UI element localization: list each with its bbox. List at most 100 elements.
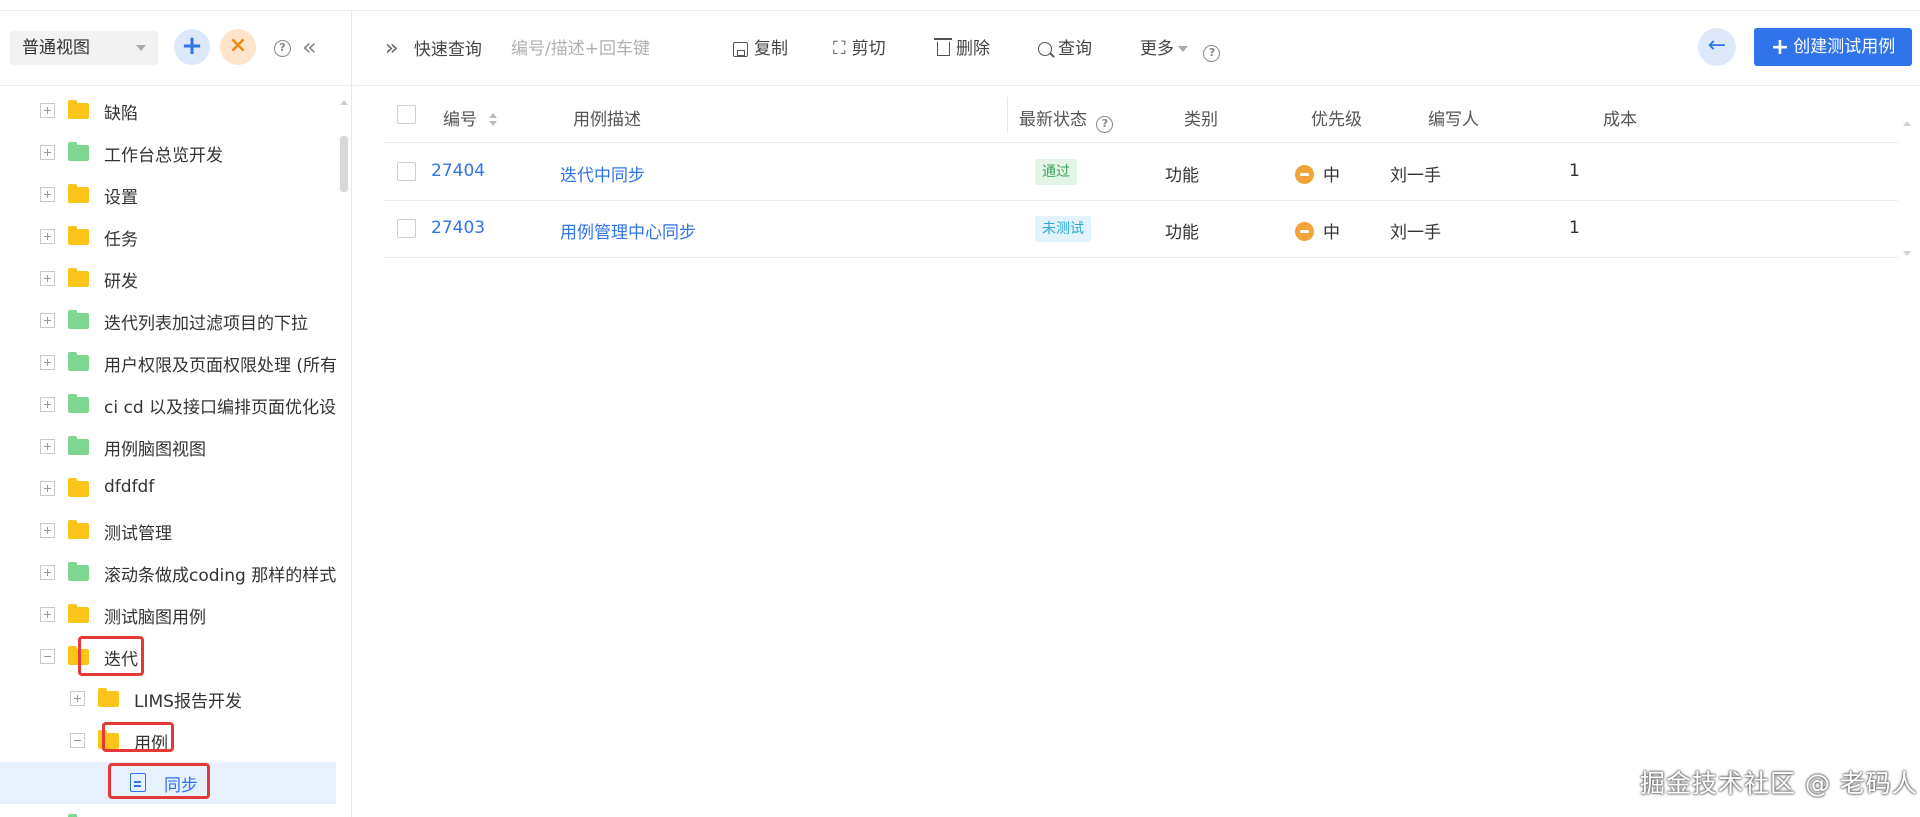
tree-item-label: LIMS报告开发 xyxy=(134,692,242,712)
category-cell: 功能 xyxy=(1165,223,1199,243)
expand-icon[interactable] xyxy=(40,355,55,370)
tree-item-label: 设置 xyxy=(104,188,138,208)
expand-icon[interactable] xyxy=(40,187,55,202)
expand-icon[interactable] xyxy=(40,481,55,496)
priority-label: 中 xyxy=(1323,223,1340,243)
tree-item[interactable]: dfdfdf xyxy=(0,468,336,510)
expand-icon[interactable] xyxy=(40,607,55,622)
double-chevron-right-icon: » xyxy=(385,36,399,61)
column-resize-handle[interactable] xyxy=(1007,97,1008,133)
priority-medium-icon xyxy=(1295,222,1314,241)
select-all-checkbox[interactable] xyxy=(397,105,416,124)
status-badge: 通过 xyxy=(1035,159,1077,185)
main-panel: » 快速查询 复制 ⛶剪切 删除 查询 更多 ? ← +创建测试用例 xyxy=(353,11,1920,817)
create-test-case-button[interactable]: + 创建测试用例 xyxy=(1754,28,1912,66)
case-desc-link[interactable]: 迭代中同步 xyxy=(560,161,645,186)
row-checkbox[interactable] xyxy=(397,162,416,181)
scroll-down-icon[interactable] xyxy=(1903,251,1911,256)
search-input[interactable] xyxy=(511,35,711,63)
collapse-icon[interactable] xyxy=(70,733,85,748)
priority-label: 中 xyxy=(1323,166,1340,186)
back-button[interactable]: ← xyxy=(1698,28,1736,66)
more-dropdown[interactable]: 更多 ? xyxy=(1140,36,1221,62)
sidebar-scrollbar[interactable] xyxy=(340,86,348,817)
tree-item[interactable]: 用例脑图视图 xyxy=(0,426,336,468)
add-folder-button[interactable]: + xyxy=(174,29,210,65)
expand-icon[interactable] xyxy=(70,691,85,706)
folder-icon xyxy=(68,562,89,581)
help-icon[interactable]: ? xyxy=(274,40,291,57)
table-row[interactable]: 27403 用例管理中心同步 未测试 功能 中 刘一手 1 xyxy=(383,201,1898,258)
case-id-link[interactable]: 27403 xyxy=(431,218,485,238)
case-desc-link[interactable]: 用例管理中心同步 xyxy=(560,218,696,243)
tree-item[interactable]: 迭代列表加过滤项目的下拉 xyxy=(0,300,336,342)
table-row[interactable]: 27404 迭代中同步 通过 功能 中 刘一手 1 xyxy=(383,144,1898,201)
column-header-category: 类别 xyxy=(1184,110,1218,130)
folder-icon xyxy=(68,226,89,245)
copy-label: 复制 xyxy=(754,39,788,59)
plus-icon: + xyxy=(1770,35,1790,60)
expand-icon[interactable] xyxy=(40,397,55,412)
expand-icon[interactable] xyxy=(40,523,55,538)
column-header-desc: 用例描述 xyxy=(573,110,641,130)
collapse-sidebar-icon[interactable]: « xyxy=(302,33,317,61)
sort-icon[interactable] xyxy=(489,113,497,127)
plus-icon: + xyxy=(181,31,203,61)
clear-selection-button[interactable]: × xyxy=(220,29,256,65)
create-label: 创建测试用例 xyxy=(1793,37,1896,57)
scroll-up-icon[interactable] xyxy=(340,100,348,105)
watermark: 掘金技术社区 @ 老码人 xyxy=(1640,769,1918,798)
tree-item[interactable]: 测试管理 xyxy=(0,510,336,552)
view-mode-select[interactable]: 普通视图 xyxy=(10,31,158,65)
tree-item[interactable]: 滚动条做成coding 那样的样式 xyxy=(0,552,336,594)
folder-icon xyxy=(68,520,89,539)
priority-medium-icon xyxy=(1295,165,1314,184)
tree-item[interactable]: 研发 xyxy=(0,258,336,300)
category-cell: 功能 xyxy=(1165,166,1199,186)
folder-icon xyxy=(68,268,89,287)
tree-item-label: 研发 xyxy=(104,272,138,292)
expand-icon[interactable] xyxy=(40,145,55,160)
query-button[interactable]: 查询 xyxy=(1038,36,1092,62)
row-checkbox[interactable] xyxy=(397,219,416,238)
help-icon[interactable]: ? xyxy=(1096,116,1114,133)
folder-icon xyxy=(68,310,89,329)
tree-item[interactable]: 任务 xyxy=(0,216,336,258)
cost-cell: 1 xyxy=(1569,218,1580,238)
folder-icon xyxy=(68,100,89,119)
scroll-up-icon[interactable] xyxy=(1903,121,1911,126)
tree-item[interactable]: 测试脑图用例 xyxy=(0,594,336,636)
tree-item-label: 用例脑图视图 xyxy=(104,440,206,460)
case-toolbar: » 快速查询 复制 ⛶剪切 删除 查询 更多 ? ← +创建测试用例 xyxy=(353,11,1920,86)
expand-icon[interactable] xyxy=(40,439,55,454)
expand-icon[interactable] xyxy=(40,103,55,118)
scrollbar-thumb[interactable] xyxy=(340,136,348,192)
tree-item[interactable]: 用户权限及页面权限处理 (所有 xyxy=(0,342,336,384)
tree-item-label: 任务 xyxy=(104,230,138,250)
folder-icon xyxy=(68,142,89,161)
collapse-icon[interactable] xyxy=(40,649,55,664)
query-label: 查询 xyxy=(1058,39,1092,59)
quick-search-toggle[interactable]: » 快速查询 xyxy=(385,36,482,62)
help-icon[interactable]: ? xyxy=(1203,45,1221,62)
case-id-link[interactable]: 27404 xyxy=(431,161,485,181)
column-header-id[interactable]: 编号 xyxy=(443,105,497,130)
tree-item[interactable]: 迭代 xyxy=(0,636,336,678)
folder-tree: 缺陷工作台总览开发 设置任务研发迭代列表加过滤项目的下拉 用户权限及页面权限处理 (… xyxy=(0,86,348,817)
tree-item[interactable]: LIMS报告开发 xyxy=(0,678,336,720)
expand-icon[interactable] xyxy=(40,565,55,580)
tree-item[interactable]: 工作台总览开发 xyxy=(0,132,336,174)
tree-item[interactable]: 缺陷 xyxy=(0,90,336,132)
tree-item[interactable]: 设置 xyxy=(0,174,336,216)
tree-item-label: 工作台总览开发 xyxy=(104,146,223,166)
tree-item[interactable]: ci cd 以及接口编排页面优化设 xyxy=(0,384,336,426)
expand-icon[interactable] xyxy=(40,229,55,244)
delete-button[interactable]: 删除 xyxy=(934,36,990,62)
folder-icon xyxy=(68,478,89,497)
table-scrollbar[interactable] xyxy=(1903,121,1911,271)
tree-item[interactable]: 去掉加号或者变成三角形的下拉 xyxy=(0,804,336,817)
copy-button[interactable]: 复制 xyxy=(733,36,788,62)
cut-button[interactable]: ⛶ 剪切 xyxy=(833,36,886,62)
expand-icon[interactable] xyxy=(40,271,55,286)
expand-icon[interactable] xyxy=(40,313,55,328)
